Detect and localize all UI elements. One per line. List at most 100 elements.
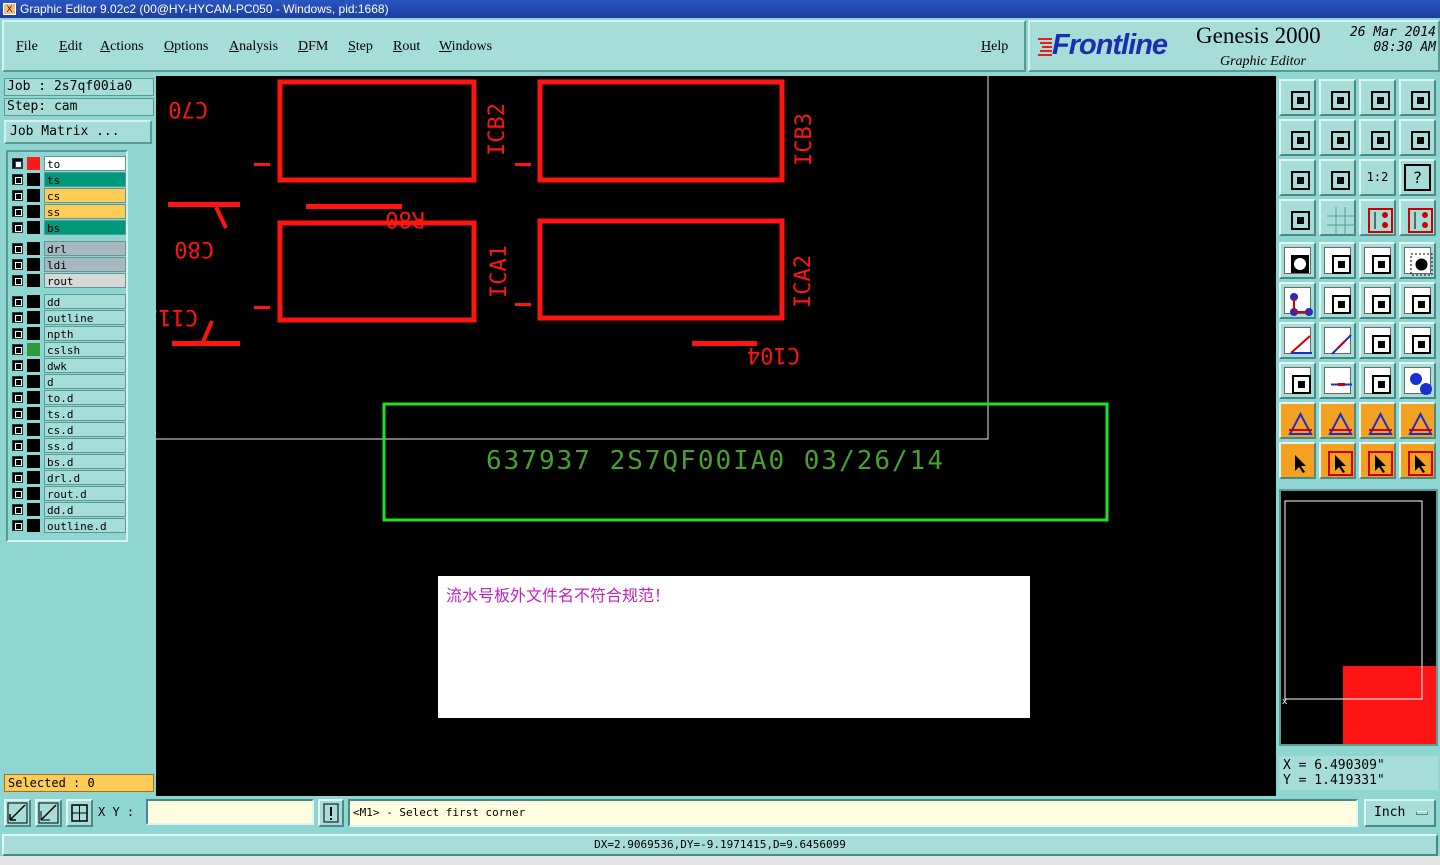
layer-checkbox[interactable] — [12, 360, 23, 371]
fit-screen-button[interactable] — [1279, 159, 1316, 196]
grid-button[interactable] — [1319, 199, 1356, 236]
minus-button[interactable] — [1319, 362, 1356, 399]
board-drawing[interactable]: C70 ICB2 ICB3 R80 C80 ICA1 ICA2 C115 C10… — [156, 76, 1276, 796]
layer-row-to[interactable]: to — [10, 156, 126, 171]
layer-color-swatch[interactable] — [27, 311, 40, 324]
circles-button[interactable] — [1399, 362, 1436, 399]
layer-name[interactable]: dd — [44, 294, 126, 309]
units-dropdown[interactable]: Inch — [1364, 799, 1436, 827]
help-button[interactable]: ? — [1399, 159, 1436, 196]
layers-alt-button[interactable] — [1399, 199, 1436, 236]
layer-checkbox[interactable] — [12, 424, 23, 435]
layer-color-swatch[interactable] — [27, 189, 40, 202]
redraw-button[interactable] — [1399, 119, 1436, 156]
layer-checkbox[interactable] — [12, 376, 23, 387]
menu-actions[interactable]: Actions — [100, 39, 144, 55]
layer-name[interactable]: dwk — [44, 358, 126, 373]
menu-dfm[interactable]: DFM — [298, 39, 328, 55]
line-node-button[interactable] — [1359, 282, 1396, 319]
layer-color-swatch[interactable] — [27, 455, 40, 468]
zoom-ratio-button[interactable]: 1:2 — [1359, 159, 1396, 196]
layer-color-swatch[interactable] — [27, 205, 40, 218]
layer-checkbox[interactable] — [12, 158, 23, 169]
shape-button[interactable] — [1279, 362, 1316, 399]
layer-color-swatch[interactable] — [27, 157, 40, 170]
grid-button[interactable] — [66, 799, 93, 827]
layer-name[interactable]: outline — [44, 310, 126, 325]
layer-name[interactable]: dd.d — [44, 502, 126, 517]
layer-checkbox[interactable] — [12, 488, 23, 499]
layer-row-rout-d[interactable]: rout.d — [10, 486, 126, 501]
layers-button[interactable] — [1359, 199, 1396, 236]
layer-name[interactable]: bs.d — [44, 454, 126, 469]
layer-row-cs[interactable]: cs — [10, 188, 126, 203]
layer-checkbox[interactable] — [12, 296, 23, 307]
outline-button[interactable] — [1319, 242, 1356, 279]
layer-row-outline[interactable]: outline — [10, 310, 126, 325]
triangle-a-button[interactable] — [1319, 402, 1356, 439]
layer-checkbox[interactable] — [12, 174, 23, 185]
layer-name[interactable]: ss — [44, 204, 126, 219]
cross-button[interactable] — [1319, 282, 1356, 319]
layer-checkbox[interactable] — [12, 344, 23, 355]
pad-button[interactable] — [1399, 242, 1436, 279]
zoom-out-button[interactable] — [1319, 119, 1356, 156]
menu-analysis[interactable]: Analysis — [229, 39, 278, 55]
layer-color-swatch[interactable] — [27, 375, 40, 388]
layer-checkbox[interactable] — [12, 190, 23, 201]
window-split-button[interactable] — [1399, 79, 1436, 116]
menu-options[interactable]: Options — [164, 39, 208, 55]
layer-checkbox[interactable] — [12, 504, 23, 515]
layer-checkbox[interactable] — [12, 520, 23, 531]
menu-rout[interactable]: Rout — [393, 39, 420, 55]
select-move-button[interactable] — [1359, 442, 1396, 479]
layer-name[interactable]: ts.d — [44, 406, 126, 421]
menu-file[interactable]: File — [16, 39, 38, 55]
layer-row-drl-d[interactable]: drl.d — [10, 470, 126, 485]
layer-color-swatch[interactable] — [27, 359, 40, 372]
layer-row-drl[interactable]: drl — [10, 241, 126, 256]
layer-color-swatch[interactable] — [27, 327, 40, 340]
layer-row-cslsh[interactable]: cslsh — [10, 342, 126, 357]
triangle-b-button[interactable] — [1359, 402, 1396, 439]
layer-name[interactable]: cs.d — [44, 422, 126, 437]
layer-row-dd-d[interactable]: dd.d — [10, 502, 126, 517]
layer-name[interactable]: to.d — [44, 390, 126, 405]
layer-row-d[interactable]: d — [10, 374, 126, 389]
layer-color-swatch[interactable] — [27, 343, 40, 356]
layer-checkbox[interactable] — [12, 243, 23, 254]
angle-button[interactable] — [1279, 322, 1316, 359]
measure-button[interactable] — [35, 799, 62, 827]
layer-color-swatch[interactable] — [27, 487, 40, 500]
layer-name[interactable]: drl.d — [44, 470, 126, 485]
flip-button[interactable] — [1399, 322, 1436, 359]
connect-button[interactable] — [1279, 282, 1316, 319]
select-path-button[interactable] — [1399, 442, 1436, 479]
layer-checkbox[interactable] — [12, 392, 23, 403]
triangle-c-button[interactable] — [1399, 402, 1436, 439]
line-node-alt-button[interactable] — [1399, 282, 1436, 319]
layer-color-swatch[interactable] — [27, 242, 40, 255]
layer-color-swatch[interactable] — [27, 258, 40, 271]
arc-button[interactable] — [1359, 322, 1396, 359]
layer-row-npth[interactable]: npth — [10, 326, 126, 341]
layer-checkbox[interactable] — [12, 472, 23, 483]
layer-color-swatch[interactable] — [27, 274, 40, 287]
layer-color-swatch[interactable] — [27, 391, 40, 404]
layer-checkbox[interactable] — [12, 312, 23, 323]
triangle-button[interactable] — [1279, 402, 1316, 439]
layer-checkbox[interactable] — [12, 275, 23, 286]
layer-row-ldi[interactable]: ldi — [10, 257, 126, 272]
layer-name[interactable]: cs — [44, 188, 126, 203]
zoom-in-button[interactable] — [1279, 119, 1316, 156]
layer-checkbox[interactable] — [12, 456, 23, 467]
layer-color-swatch[interactable] — [27, 221, 40, 234]
fill-button[interactable] — [1279, 242, 1316, 279]
layer-row-bs-d[interactable]: bs.d — [10, 454, 126, 469]
layer-checkbox[interactable] — [12, 440, 23, 451]
graphic-canvas[interactable]: C70 ICB2 ICB3 R80 C80 ICA1 ICA2 C115 C10… — [156, 76, 1276, 796]
layer-name[interactable]: d — [44, 374, 126, 389]
menu-help[interactable]: Help — [981, 39, 1008, 55]
ruler-button[interactable] — [1359, 242, 1396, 279]
select-arrow-button[interactable] — [1279, 442, 1316, 479]
